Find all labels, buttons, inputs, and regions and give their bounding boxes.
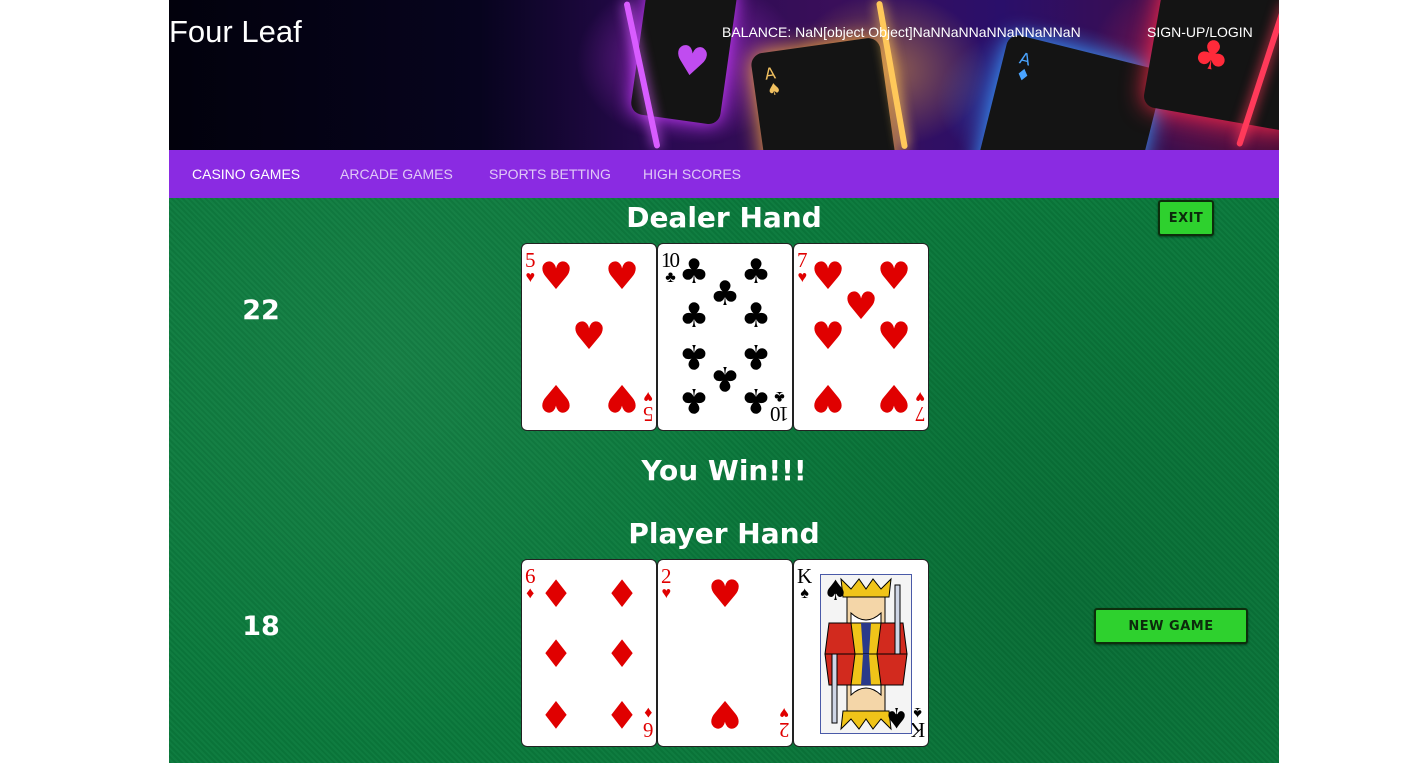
club-icon: ♣ xyxy=(678,296,710,336)
banner-card-ace-diamonds: A ♦ xyxy=(973,32,1165,150)
heart-icon: ♥ xyxy=(810,254,846,298)
playing-card-king-spades: K ♠ K ♠ ♠ ♠ xyxy=(793,559,929,747)
heart-icon: ♥ xyxy=(876,314,912,358)
spade-icon: ♠ xyxy=(883,701,909,734)
club-icon: ♣ xyxy=(709,358,741,398)
signup-login-link[interactable]: SIGN-UP/LOGIN xyxy=(1147,24,1253,40)
game-result-message: You Win!!! xyxy=(641,454,807,487)
main-nav: CASINO GAMES ARCADE GAMES SPORTS BETTING… xyxy=(169,150,1279,198)
club-icon: ♣ xyxy=(740,296,772,336)
app-root: ♥ A ♠ A ♦ ♣ Four Leaf BALANCE: NaN[object … xyxy=(169,0,1279,763)
heart-icon: ♥ xyxy=(707,572,743,616)
exit-button[interactable]: EXIT xyxy=(1158,200,1214,236)
club-icon: ♣ xyxy=(678,252,710,292)
spade-icon: A ♠ xyxy=(763,63,783,100)
diamond-icon: A ♦ xyxy=(1013,48,1033,86)
heart-icon: ♥ xyxy=(604,376,640,420)
heart-icon: ♥ xyxy=(810,314,846,358)
header-banner: ♥ A ♠ A ♦ ♣ Four Leaf BALANCE: NaN[object … xyxy=(169,0,1279,150)
heart-icon: ♥ xyxy=(876,376,912,420)
heart-icon: ♥ xyxy=(571,314,607,358)
club-icon: ♣ xyxy=(678,380,710,420)
diamond-icon: ♦ xyxy=(538,572,574,616)
diamond-icon: ♦ xyxy=(604,632,640,676)
club-icon: ♣ xyxy=(678,336,710,376)
heart-icon: ♥ xyxy=(810,376,846,420)
spade-icon: ♠ xyxy=(823,574,849,607)
heart-icon: ♥ xyxy=(538,254,574,298)
blackjack-table: Dealer Hand EXIT 22 5 ♥ 5 ♥ ♥ ♥ ♥ ♥ ♥ 10 ♣ … xyxy=(169,198,1279,763)
playing-card-10-clubs: 10 ♣ 10 ♣ ♣ ♣ ♣ ♣ ♣ ♣ ♣ ♣ ♣ ♣ xyxy=(657,243,793,431)
heart-icon: ♥ xyxy=(707,692,743,736)
heart-icon: ♥ xyxy=(843,284,879,328)
balance-display: BALANCE: NaN[object Object]NaNNaNNaNNaNN… xyxy=(722,24,1081,40)
club-icon: ♣ xyxy=(709,274,741,314)
banner-card-clubs: ♣ xyxy=(1142,0,1279,132)
dealer-score: 22 xyxy=(242,295,280,326)
club-icon: ♣ xyxy=(740,336,772,376)
nav-high-scores[interactable]: HIGH SCORES xyxy=(643,166,741,182)
playing-card-6-diamonds: 6 ♦ 6 ♦ ♦ ♦ ♦ ♦ ♦ ♦ xyxy=(521,559,657,747)
site-logo[interactable]: Four Leaf xyxy=(169,14,302,50)
club-icon: ♣ xyxy=(740,380,772,420)
diamond-icon: ♦ xyxy=(538,632,574,676)
heart-icon: ♥ xyxy=(670,36,713,88)
club-icon: ♣ xyxy=(740,252,772,292)
playing-card-5-hearts: 5 ♥ 5 ♥ ♥ ♥ ♥ ♥ ♥ xyxy=(521,243,657,431)
nav-casino-games[interactable]: CASINO GAMES xyxy=(192,166,300,182)
heart-icon: ♥ xyxy=(604,254,640,298)
king-portrait-icon: ♠ ♠ xyxy=(820,574,912,734)
nav-arcade-games[interactable]: ARCADE GAMES xyxy=(340,166,453,182)
heart-icon: ♥ xyxy=(538,376,574,420)
banner-card-ace-spades: A ♠ xyxy=(749,36,899,150)
playing-card-7-hearts: 7 ♥ 7 ♥ ♥ ♥ ♥ ♥ ♥ ♥ ♥ xyxy=(793,243,929,431)
heart-icon: ♥ xyxy=(876,254,912,298)
dealer-hand-heading: Dealer Hand xyxy=(626,201,822,234)
nav-sports-betting[interactable]: SPORTS BETTING xyxy=(489,166,611,182)
player-score: 18 xyxy=(242,611,280,642)
diamond-icon: ♦ xyxy=(604,692,640,736)
diamond-icon: ♦ xyxy=(604,572,640,616)
diamond-icon: ♦ xyxy=(538,692,574,736)
new-game-button[interactable]: NEW GAME xyxy=(1094,608,1248,644)
playing-card-2-hearts: 2 ♥ 2 ♥ ♥ ♥ xyxy=(657,559,793,747)
player-hand-heading: Player Hand xyxy=(628,517,820,550)
